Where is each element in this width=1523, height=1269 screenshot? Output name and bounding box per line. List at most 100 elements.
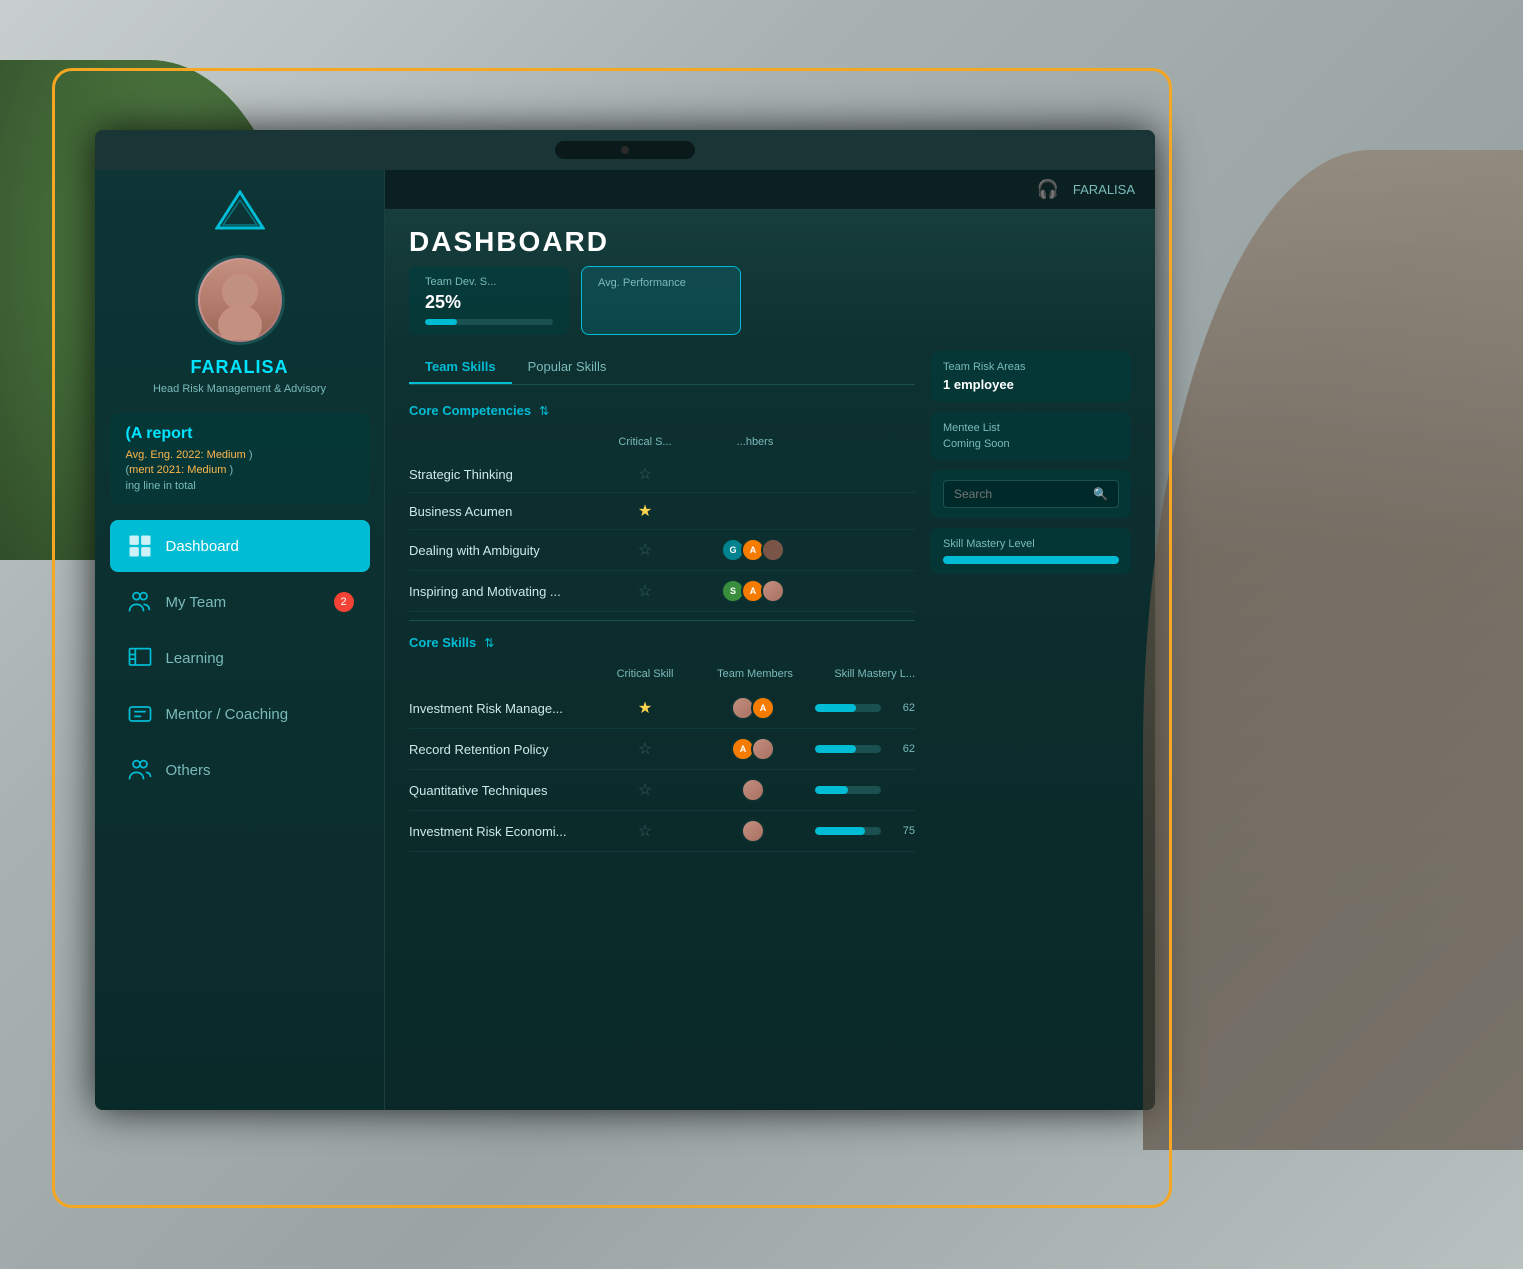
learning-icon — [126, 644, 154, 672]
mentee-list-title: Mentee List — [943, 422, 1119, 434]
report-card: (A report Avg. Eng. 2022: Medium ) (ment… — [110, 413, 370, 504]
camera-dot — [621, 146, 629, 154]
sidebar: FARALISA Head Risk Management & Advisory… — [95, 170, 385, 1110]
dashboard-icon — [126, 532, 154, 560]
avatar-photo5 — [741, 819, 765, 843]
tab-popular-skills[interactable]: Popular Skills — [512, 351, 623, 384]
skill-mastery-investment-risk: 62 — [815, 702, 915, 714]
mentee-list-value: Coming Soon — [943, 438, 1119, 450]
skill-star-record-retention: ☆ — [595, 739, 695, 759]
col-critical-header: Critical S... — [595, 436, 695, 448]
mentor-coaching-label: Mentor / Coaching — [166, 706, 354, 723]
right-panel: Team Risk Areas 1 employee Mentee List C… — [931, 351, 1131, 852]
search-card: 🔍 — [931, 470, 1131, 518]
core-competencies-header: Core Competencies ⇅ — [409, 397, 915, 424]
skill-row-inspiring: Inspiring and Motivating ... ☆ S A — [409, 571, 915, 612]
team-risk-title: Team Risk Areas — [943, 361, 1119, 373]
avatar-photo4 — [741, 778, 765, 802]
stat-card-avg-performance: Avg. Performance — [581, 266, 741, 335]
core-skills-header: Core Skills ⇅ — [409, 629, 915, 656]
skill-mastery-card: Skill Mastery Level — [931, 528, 1131, 574]
tab-team-skills[interactable]: Team Skills — [409, 351, 512, 384]
team-dev-label: Team Dev. S... — [425, 276, 553, 288]
app-logo-icon — [215, 190, 265, 230]
team-dev-progress — [425, 319, 553, 325]
avatar-face — [200, 260, 280, 340]
others-label: Others — [166, 762, 354, 779]
report-title: (A report — [126, 425, 354, 443]
my-team-icon — [126, 588, 154, 616]
avg-performance-label: Avg. Performance — [598, 277, 724, 289]
section-divider — [409, 620, 915, 621]
team-risk-value: 1 employee — [943, 377, 1119, 392]
report-line-2: (ment 2021: Medium ) — [126, 464, 354, 476]
skill-star-strategic: ☆ — [595, 464, 695, 484]
stat-cards-row: Team Dev. S... 25% Avg. Performance — [385, 266, 1155, 351]
col-members-header: ...hbers — [695, 436, 815, 448]
skill-star-business: ★ — [595, 501, 695, 521]
core-skills-title: Core Skills — [409, 635, 476, 650]
user-name: FARALISA — [191, 357, 289, 378]
skill-star-inspiring: ☆ — [595, 581, 695, 601]
monitor: FARALISA Head Risk Management & Advisory… — [95, 130, 1155, 1110]
sidebar-item-mentor-coaching[interactable]: Mentor / Coaching — [110, 688, 370, 740]
dashboard-label: Dashboard — [166, 538, 354, 555]
skill-row-quantitative: Quantitative Techniques ☆ — [409, 770, 915, 811]
top-header: 🎧 FARALISA — [385, 170, 1155, 210]
skill-mastery-label: Skill Mastery Level — [943, 538, 1119, 550]
skill-name-record-retention: Record Retention Policy — [409, 742, 595, 757]
skill-mastery-indicator — [943, 556, 1119, 564]
skill-name-investment-economi: Investment Risk Economi... — [409, 824, 595, 839]
mentee-list-card: Mentee List Coming Soon — [931, 412, 1131, 460]
stat-card-team-dev: Team Dev. S... 25% — [409, 266, 569, 335]
headphone-icon: 🎧 — [1036, 179, 1058, 200]
skill-row-dealing-ambiguity: Dealing with Ambiguity ☆ G A — [409, 530, 915, 571]
skill-row-business-acumen: Business Acumen ★ — [409, 493, 915, 530]
skill-name-inspiring: Inspiring and Motivating ... — [409, 584, 595, 599]
core-skills-col-headers: Critical Skill Team Members Skill Master… — [409, 664, 915, 684]
user-title: Head Risk Management & Advisory — [133, 382, 346, 397]
avatar-b1 — [761, 538, 785, 562]
skill-mastery-quantitative — [815, 786, 915, 794]
sidebar-item-learning[interactable]: Learning — [110, 632, 370, 684]
skill-row-record-retention: Record Retention Policy ☆ A 62 — [409, 729, 915, 770]
avatar-photo1 — [761, 579, 785, 603]
sidebar-item-dashboard[interactable]: Dashboard — [110, 520, 370, 572]
my-team-badge: 2 — [334, 592, 354, 612]
skill-avatars-quantitative — [695, 778, 815, 802]
core-competencies-sort-icon: ⇅ — [539, 404, 549, 418]
skill-avatars-ambiguity: G A — [695, 538, 815, 562]
search-bar[interactable]: 🔍 — [943, 480, 1119, 508]
camera-bar — [555, 141, 695, 159]
content-area: Team Skills Popular Skills Core Competen… — [385, 351, 1155, 852]
core-competencies-title: Core Competencies — [409, 403, 531, 418]
sidebar-item-others[interactable]: Others — [110, 744, 370, 796]
core-skills-sort-icon: ⇅ — [484, 636, 494, 650]
team-dev-progress-fill — [425, 319, 457, 325]
sidebar-item-my-team[interactable]: My Team 2 — [110, 576, 370, 628]
others-icon — [126, 756, 154, 784]
monitor-top-bar — [95, 130, 1155, 170]
col-mastery-skill-header: Skill Mastery L... — [815, 668, 915, 680]
core-comp-col-headers: Critical S... ...hbers — [409, 432, 915, 452]
left-panel: Team Skills Popular Skills Core Competen… — [409, 351, 915, 852]
mastery-num-investment-economi: 75 — [887, 825, 915, 837]
mastery-num-record-retention: 62 — [887, 743, 915, 755]
skill-row-investment-economi: Investment Risk Economi... ☆ 75 — [409, 811, 915, 852]
user-avatar — [195, 255, 285, 345]
team-dev-value: 25% — [425, 292, 553, 313]
skill-name-strategic: Strategic Thinking — [409, 467, 595, 482]
mastery-num-investment-risk: 62 — [887, 702, 915, 714]
skill-name-business: Business Acumen — [409, 504, 595, 519]
col-members-skill-header: Team Members — [695, 668, 815, 680]
skill-avatars-investment-economi — [695, 819, 815, 843]
header-username: FARALISA — [1073, 182, 1135, 197]
search-icon: 🔍 — [1093, 487, 1108, 501]
skill-name-ambiguity: Dealing with Ambiguity — [409, 543, 595, 558]
search-input[interactable] — [954, 487, 1087, 501]
col-critical-skill-header: Critical Skill — [595, 668, 695, 680]
skill-name-investment-risk: Investment Risk Manage... — [409, 701, 595, 716]
skill-avatars-record-retention: A — [695, 737, 815, 761]
skill-avatars-investment-risk: A — [695, 696, 815, 720]
skill-star-investment-economi: ☆ — [595, 821, 695, 841]
